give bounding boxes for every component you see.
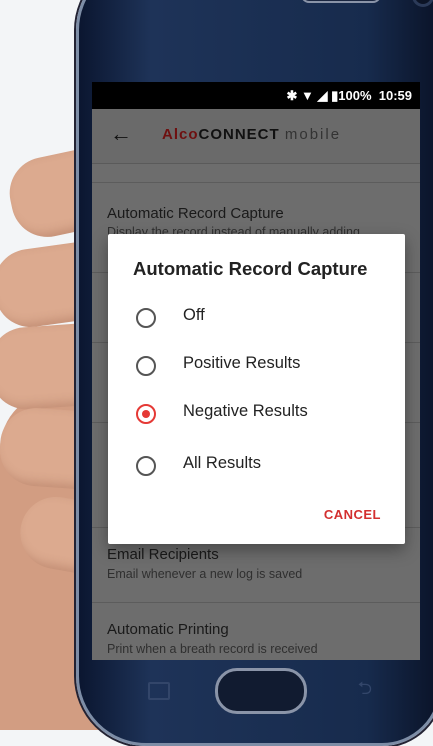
- setting-subtitle: Print when a breath record is received: [107, 642, 318, 656]
- radio-button-selected[interactable]: [136, 404, 156, 424]
- radio-button[interactable]: [136, 308, 156, 328]
- option-label: Negative Results: [183, 402, 308, 420]
- option-negative-results[interactable]: Negative Results: [133, 400, 383, 430]
- logo-mobile: mobile: [284, 126, 342, 143]
- battery-percent: 100%: [338, 88, 372, 103]
- wifi-icon: ▼: [300, 88, 314, 103]
- status-icons: ✱ ▼ ◢ ▮100% 10:59: [286, 88, 412, 104]
- setting-automatic-printing[interactable]: Automatic Printing Print when a breath r…: [92, 602, 420, 660]
- recent-apps-icon[interactable]: [148, 682, 170, 700]
- logo-connect: CONNECT: [198, 126, 280, 143]
- earpiece-speaker: [301, 0, 381, 3]
- app-logo: AlcoCONNECT mobile: [162, 126, 341, 143]
- back-key-icon[interactable]: ⮌: [358, 676, 372, 706]
- back-arrow-icon[interactable]: ←: [110, 121, 132, 147]
- option-label: All Results: [183, 454, 261, 472]
- bluetooth-icon: ✱: [286, 88, 298, 103]
- radio-button[interactable]: [136, 356, 156, 376]
- home-button[interactable]: [215, 668, 307, 714]
- phone-screen: ✱ ▼ ◢ ▮100% 10:59 ← AlcoCONNECT mobile A…: [92, 82, 420, 660]
- app-bar: ← AlcoCONNECT mobile: [92, 109, 420, 164]
- hardware-nav-bar: ⮌: [92, 660, 420, 720]
- dialog-title: Automatic Record Capture: [133, 258, 368, 279]
- radio-button[interactable]: [136, 456, 156, 476]
- logo-alco: Alco: [162, 126, 199, 143]
- option-positive-results[interactable]: Positive Results: [133, 352, 383, 382]
- sensor-dots: ●●●: [241, 0, 279, 5]
- clock: 10:59: [378, 88, 412, 103]
- setting-title: Automatic Printing: [107, 621, 229, 638]
- signal-icon: ◢: [317, 88, 328, 103]
- front-camera: [412, 0, 433, 7]
- option-label: Off: [183, 306, 205, 324]
- status-bar: ✱ ▼ ◢ ▮100% 10:59: [92, 82, 420, 109]
- option-label: Positive Results: [183, 354, 301, 372]
- option-off[interactable]: Off: [133, 304, 383, 334]
- cancel-button[interactable]: CANCEL: [324, 507, 381, 522]
- option-all-results[interactable]: All Results: [133, 452, 383, 482]
- setting-subtitle: Email whenever a new log is saved: [107, 567, 303, 581]
- setting-title: Email Recipients: [107, 546, 219, 563]
- radio-dialog: Automatic Record Capture Off Positive Re…: [108, 234, 405, 544]
- setting-title: Automatic Record Capture: [107, 205, 284, 222]
